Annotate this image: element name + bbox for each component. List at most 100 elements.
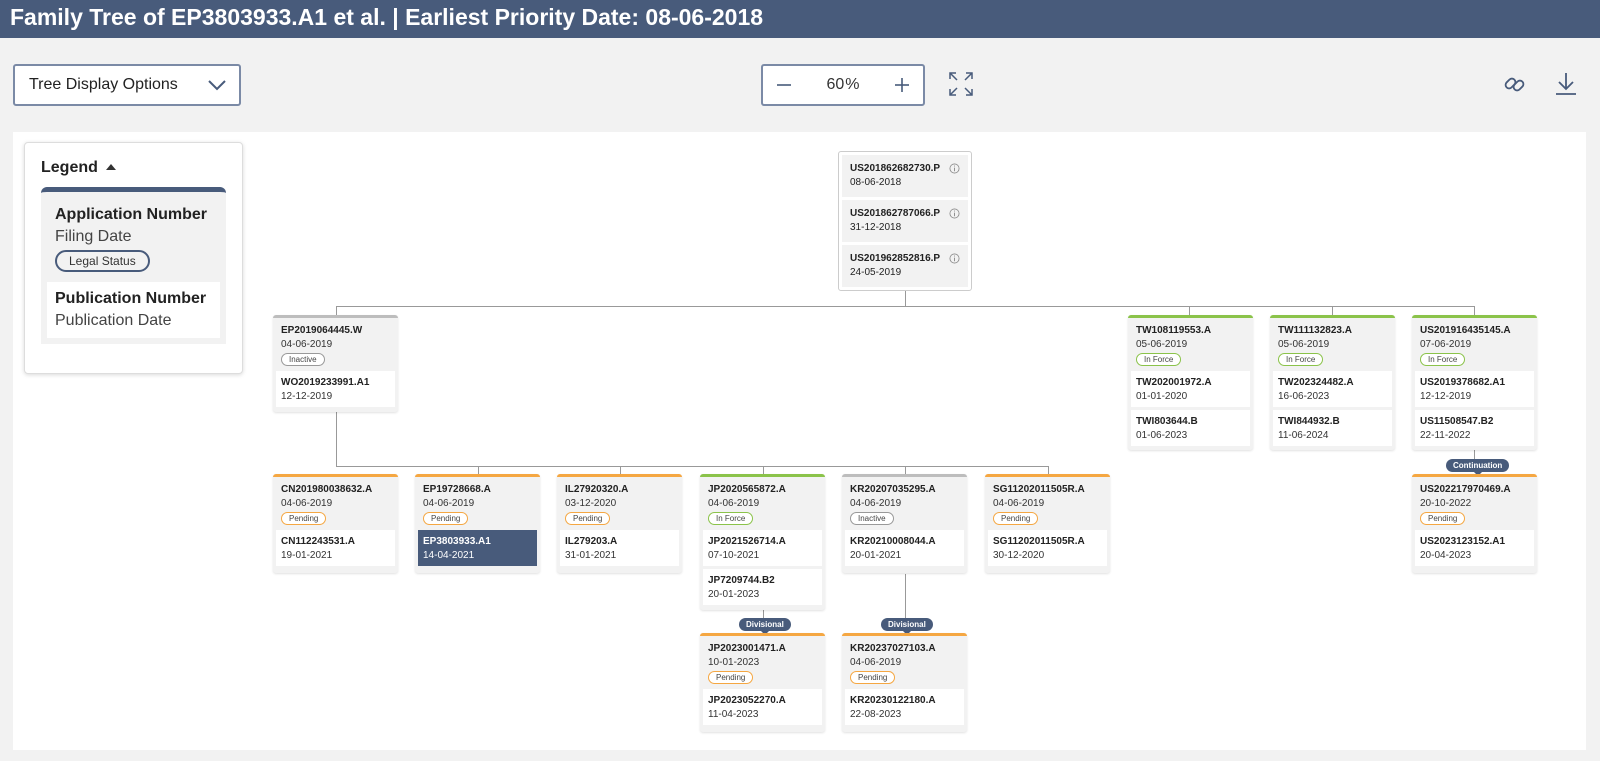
zoom-out-button[interactable] (773, 74, 795, 96)
family-node-il27920320a[interactable]: IL27920320.A 03-12-2020 Pending IL279203… (557, 474, 682, 573)
legend-publication-date: Publication Date (55, 312, 172, 329)
application-number: KR20207035295.A (850, 484, 936, 495)
publication-number: KR20210008044.A (850, 536, 936, 547)
chevron-down-icon (208, 80, 226, 91)
family-node-us202217970469a[interactable]: US202217970469.A 20-10-2022 Pending US20… (1412, 474, 1537, 573)
minus-icon (777, 84, 791, 86)
publication-date: 16-06-2023 (1278, 391, 1330, 402)
family-node-ep19728668a[interactable]: EP19728668.A 04-06-2019 Pending EP380393… (415, 474, 540, 573)
status-badge: Inactive (281, 353, 325, 366)
publication-number: JP2021526714.A (708, 536, 786, 547)
family-node-cn201980038632a[interactable]: CN201980038632.A 04-06-2019 Pending CN11… (273, 474, 398, 573)
publication-date: 14-04-2021 (423, 550, 475, 561)
connector-line (1474, 306, 1475, 315)
publication-number: KR20230122180.A (850, 695, 936, 706)
filing-date: 04-06-2019 (281, 339, 333, 350)
legend-legal-status: Legal Status (55, 250, 150, 272)
publication-item[interactable]: US2019378682.A1 12-12-2019 (1415, 371, 1534, 407)
family-node-kr20237027103a[interactable]: KR20237027103.A 04-06-2019 Pending KR202… (842, 633, 967, 732)
publication-date: 01-01-2020 (1136, 391, 1188, 402)
publication-item[interactable]: TWI803644.B 01-06-2023 (1131, 410, 1250, 446)
tree-display-options-dropdown[interactable]: Tree Display Options (13, 64, 241, 106)
publication-item[interactable]: JP2023052270.A 11-04-2023 (703, 689, 822, 725)
publication-number: EP3803933.A1 (423, 536, 491, 547)
status-badge: Pending (565, 512, 611, 525)
family-node-tw111132823a[interactable]: TW111132823.A 05-06-2019 In Force TW2023… (1270, 315, 1395, 450)
status-badge: Pending (850, 671, 896, 684)
publication-item[interactable]: SG11202011505R.A 30-12-2020 (988, 530, 1107, 566)
priority-item: US201962852816.P 24-05-2019 (842, 245, 968, 287)
publication-number: TW202001972.A (1136, 377, 1212, 388)
priority-item: US201862787066.P 31-12-2018 (842, 200, 968, 242)
publication-date: 11-04-2023 (708, 709, 759, 720)
filing-date: 07-06-2019 (1420, 339, 1472, 350)
legend-publication-number: Publication Number (55, 290, 207, 307)
publication-item[interactable]: US11508547.B2 22-11-2022 (1415, 410, 1534, 446)
publication-number: TWI844932.B (1278, 416, 1340, 427)
filing-date: 04-06-2019 (281, 498, 333, 509)
family-node-sg11202011505ra[interactable]: SG11202011505R.A 04-06-2019 Pending SG11… (985, 474, 1110, 573)
publication-number: US11508547.B2 (1420, 416, 1494, 427)
connector-line (905, 291, 906, 306)
legend-title: Legend (41, 159, 98, 176)
application-number: US201916435145.A (1420, 325, 1511, 336)
priority-root-node[interactable]: US201862682730.P 08-06-2018 US2018627870… (838, 151, 972, 291)
info-icon[interactable] (949, 253, 960, 264)
publication-date: 20-01-2023 (708, 589, 760, 600)
family-node-jp2020565872a[interactable]: JP2020565872.A 04-06-2019 In Force JP202… (700, 474, 825, 610)
priority-date: 08-06-2018 (850, 177, 902, 188)
application-number: JP2020565872.A (708, 484, 786, 495)
family-node-jp2023001471a[interactable]: JP2023001471.A 10-01-2023 Pending JP2023… (700, 633, 825, 732)
connector-line (1048, 466, 1049, 474)
filing-date: 20-10-2022 (1420, 498, 1472, 509)
family-node-tw108119553a[interactable]: TW108119553.A 05-06-2019 In Force TW2020… (1128, 315, 1253, 450)
status-badge: In Force (1278, 353, 1324, 366)
publication-item-selected[interactable]: EP3803933.A1 14-04-2021 (418, 530, 537, 566)
connector-line (336, 412, 337, 467)
publication-number: WO2019233991.A1 (281, 377, 370, 388)
application-number: EP2019064445.W (281, 325, 363, 336)
zoom-unit: % (845, 76, 860, 93)
tree-display-options-label: Tree Display Options (29, 76, 178, 93)
publication-item[interactable]: TWI844932.B 11-06-2024 (1273, 410, 1392, 446)
priority-date: 31-12-2018 (850, 222, 902, 233)
legend-application-number: Application Number (55, 206, 208, 223)
publication-number: US2019378682.A1 (1420, 377, 1506, 388)
info-icon[interactable] (949, 208, 960, 219)
legend-panel: Legend Application Number Filing Date Le… (24, 142, 243, 374)
download-icon[interactable] (1553, 71, 1579, 97)
legend-toggle[interactable]: Legend (41, 159, 226, 177)
priority-item: US201862682730.P 08-06-2018 (842, 155, 968, 197)
relation-badge-divisional: Divisional (739, 618, 791, 635)
publication-number: CN112243531.A (281, 536, 355, 547)
relation-badge-continuation: Continuation (1446, 459, 1510, 476)
publication-item[interactable]: TW202324482.A 16-06-2023 (1273, 371, 1392, 407)
zoom-in-button[interactable] (891, 74, 913, 96)
publication-item[interactable]: WO2019233991.A1 12-12-2019 (276, 371, 395, 407)
publication-item[interactable]: TW202001972.A 01-01-2020 (1131, 371, 1250, 407)
family-node-us201916435145a[interactable]: US201916435145.A 07-06-2019 In Force US2… (1412, 315, 1537, 450)
publication-item[interactable]: CN112243531.A 19-01-2021 (276, 530, 395, 566)
publication-date: 22-11-2022 (1420, 430, 1471, 441)
plus-icon (895, 78, 909, 92)
publication-date: 12-12-2019 (1420, 391, 1472, 402)
legend-sample-node: Application Number Filing Date Legal Sta… (41, 187, 226, 344)
info-icon[interactable] (949, 163, 960, 174)
publication-item[interactable]: JP7209744.B2 20-01-2023 (703, 569, 822, 605)
link-icon[interactable] (1502, 71, 1528, 97)
family-node-kr20207035295a[interactable]: KR20207035295.A 04-06-2019 Inactive KR20… (842, 474, 967, 573)
publication-item[interactable]: IL279203.A 31-01-2021 (560, 530, 679, 566)
publication-item[interactable]: US2023123152.A1 20-04-2023 (1415, 530, 1534, 566)
publication-item[interactable]: KR20230122180.A 22-08-2023 (845, 689, 964, 725)
status-badge: In Force (1420, 353, 1466, 366)
publication-number: JP7209744.B2 (708, 575, 775, 586)
filing-date: 04-06-2019 (708, 498, 760, 509)
application-number: KR20237027103.A (850, 643, 936, 654)
priority-date: 24-05-2019 (850, 267, 902, 278)
publication-item[interactable]: KR20210008044.A 20-01-2021 (845, 530, 964, 566)
publication-item[interactable]: JP2021526714.A 07-10-2021 (703, 530, 822, 566)
filing-date: 10-01-2023 (708, 657, 760, 668)
fit-to-screen-icon[interactable] (948, 71, 974, 97)
filing-date: 05-06-2019 (1278, 339, 1330, 350)
family-node-ep2019064445w[interactable]: EP2019064445.W 04-06-2019 Inactive WO201… (273, 315, 398, 412)
